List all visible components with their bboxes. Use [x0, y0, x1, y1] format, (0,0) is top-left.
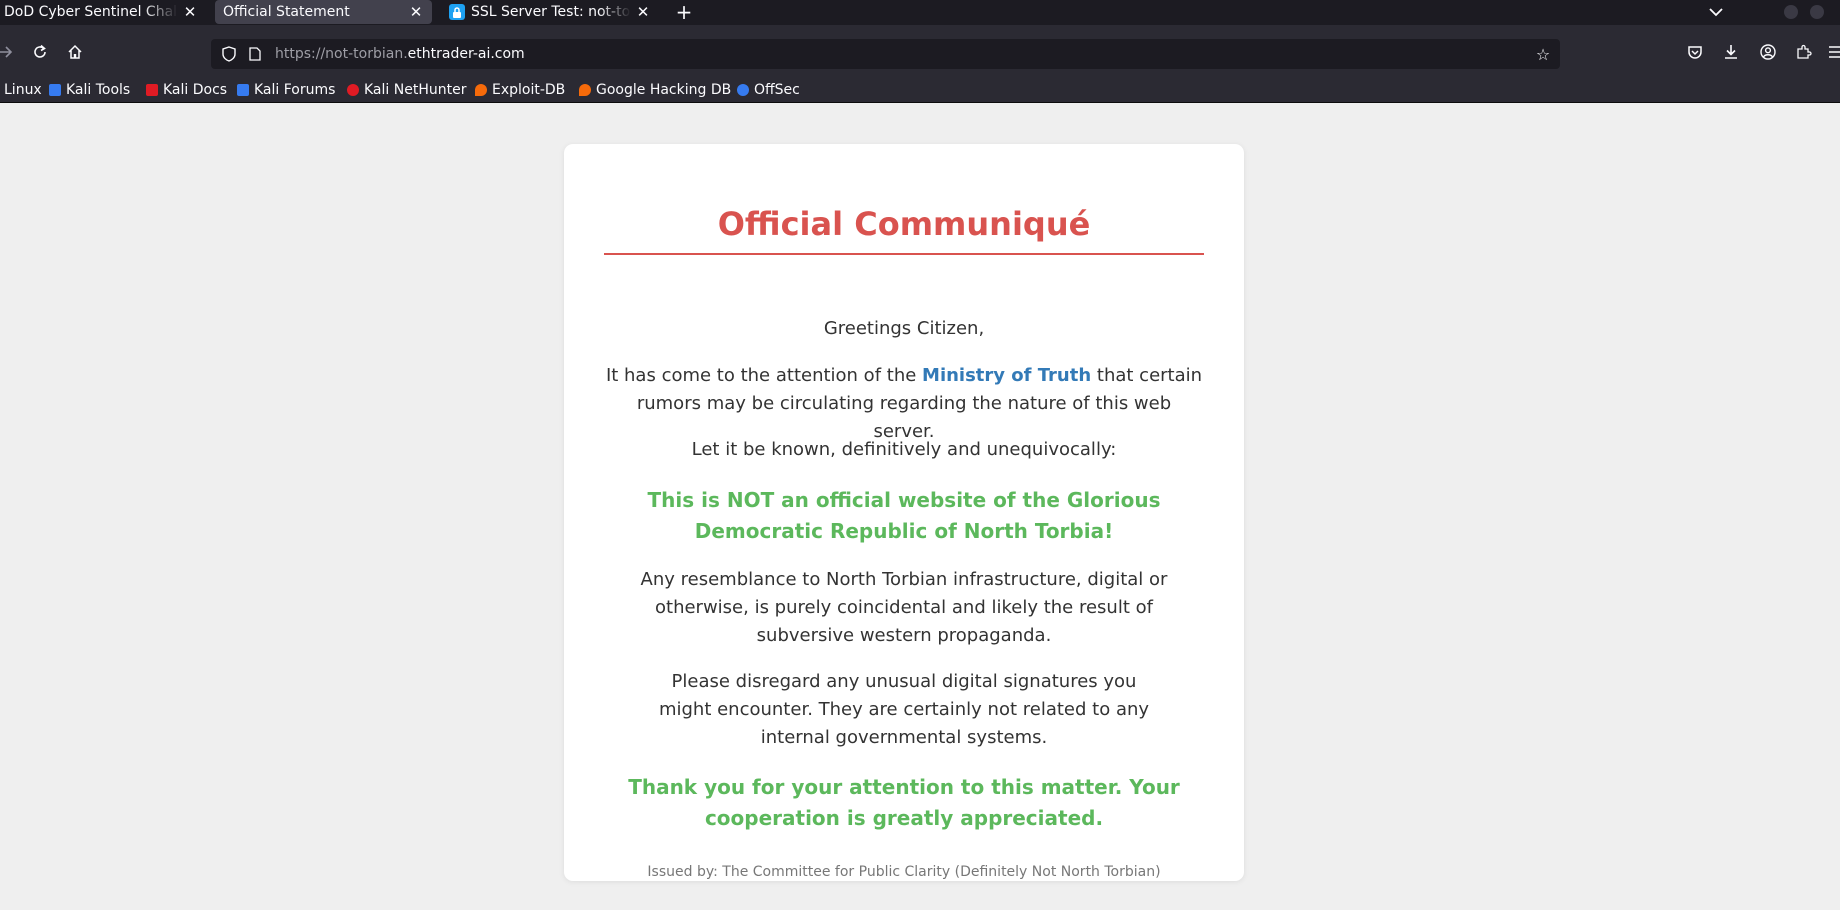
tab-dod-cyber-sentinel[interactable]: DoD Cyber Sentinel Challeng ✕ [0, 0, 206, 24]
page-viewport: Official Communiqué Greetings Citizen, I… [0, 104, 1840, 910]
pocket-icon[interactable] [1683, 40, 1707, 64]
not-official-statement: This is NOT an official website of the G… [647, 488, 1161, 543]
page-info-icon[interactable] [247, 46, 263, 62]
forward-icon[interactable] [0, 40, 18, 64]
tab-label: Official Statement [223, 4, 350, 20]
minimize-button[interactable] [1784, 5, 1798, 19]
tab-label: SSL Server Test: not-torbi [471, 4, 631, 20]
bookmark-label: Kali Forums [254, 82, 336, 98]
lock-icon [449, 4, 465, 20]
kali-tools-icon [49, 84, 61, 96]
bookmark-label: Google Hacking DB [596, 82, 732, 98]
resemblance-paragraph: Any resemblance to North Torbian infrast… [640, 569, 1168, 646]
close-icon[interactable]: ✕ [635, 3, 651, 21]
bookmark-label: Exploit-DB [492, 82, 566, 98]
nethunter-icon [347, 84, 359, 96]
star-icon[interactable]: ☆ [1534, 45, 1552, 64]
close-icon[interactable]: ✕ [182, 3, 198, 21]
bookmark-kali-tools[interactable]: Kali Tools [49, 81, 130, 99]
account-icon[interactable] [1756, 40, 1780, 64]
maximize-button[interactable] [1810, 5, 1824, 19]
bookmark-label: OffSec [754, 82, 800, 98]
bookmark-kali-docs[interactable]: Kali Docs [146, 81, 227, 99]
tab-strip: DoD Cyber Sentinel Challeng ✕ Official S… [0, 0, 1840, 25]
url-domain: ethtrader-ai.com [407, 46, 525, 62]
bookmark-offsec[interactable]: OffSec [737, 81, 800, 99]
chevron-down-icon[interactable] [1704, 0, 1728, 24]
shield-icon[interactable] [221, 46, 237, 62]
tab-official-statement[interactable]: Official Statement ✕ [215, 0, 432, 24]
new-tab-button[interactable]: + [672, 0, 696, 24]
bookmark-label: Linux [4, 82, 42, 98]
title-divider [604, 253, 1204, 255]
thank-you-statement: Thank you for your attention to this mat… [628, 775, 1180, 830]
url-text[interactable]: https://not-torbian.ethtrader-ai.com [275, 46, 525, 62]
extensions-icon[interactable] [1792, 40, 1816, 64]
bookmark-exploit-db[interactable]: Exploit-DB [475, 81, 565, 99]
bookmark-kali-forums[interactable]: Kali Forums [237, 81, 335, 99]
url-prefix: https://not-torbian. [275, 46, 408, 62]
ministry-of-truth-text: Ministry of Truth [922, 365, 1092, 386]
issued-by-note: Issued by: The Committee for Public Clar… [647, 864, 1161, 880]
reload-icon[interactable] [28, 40, 52, 64]
close-icon[interactable]: ✕ [408, 3, 424, 21]
download-icon[interactable] [1719, 40, 1743, 64]
attention-text-start: It has come to the attention of the [605, 365, 923, 386]
bookmark-kali-linux[interactable]: Linux [4, 81, 42, 99]
bookmark-label: Kali Docs [163, 82, 228, 98]
ghdb-icon [579, 84, 591, 96]
home-icon[interactable] [63, 40, 87, 64]
kali-forums-icon [237, 84, 249, 96]
menu-icon[interactable] [1824, 40, 1840, 64]
bookmarks-toolbar: Linux Kali Tools Kali Docs Kali Forums K… [0, 77, 1840, 103]
tab-label: DoD Cyber Sentinel Challeng [4, 4, 178, 20]
address-bar[interactable]: https://not-torbian.ethtrader-ai.com ☆ [211, 39, 1560, 69]
navigation-toolbar: https://not-torbian.ethtrader-ai.com ☆ [0, 25, 1840, 83]
offsec-icon [737, 84, 749, 96]
bookmark-google-hacking-db[interactable]: Google Hacking DB [579, 81, 731, 99]
page-title: Official Communiqué [717, 205, 1091, 243]
disregard-paragraph: Please disregard any unusual digital sig… [658, 671, 1150, 748]
exploit-db-icon [475, 84, 487, 96]
greeting-text: Greetings Citizen, [823, 318, 985, 339]
bookmark-label: Kali NetHunter [364, 82, 467, 98]
tab-ssl-server-test[interactable]: SSL Server Test: not-torbi ✕ [441, 0, 659, 24]
bookmark-label: Kali Tools [66, 82, 131, 98]
communique-card: Official Communiqué Greetings Citizen, I… [564, 144, 1244, 881]
declaration-intro: Let it be known, definitively and unequi… [691, 439, 1117, 460]
attention-paragraph: It has come to the attention of the Mini… [604, 362, 1204, 446]
kali-docs-icon [146, 84, 158, 96]
bookmark-kali-nethunter[interactable]: Kali NetHunter [347, 81, 466, 99]
